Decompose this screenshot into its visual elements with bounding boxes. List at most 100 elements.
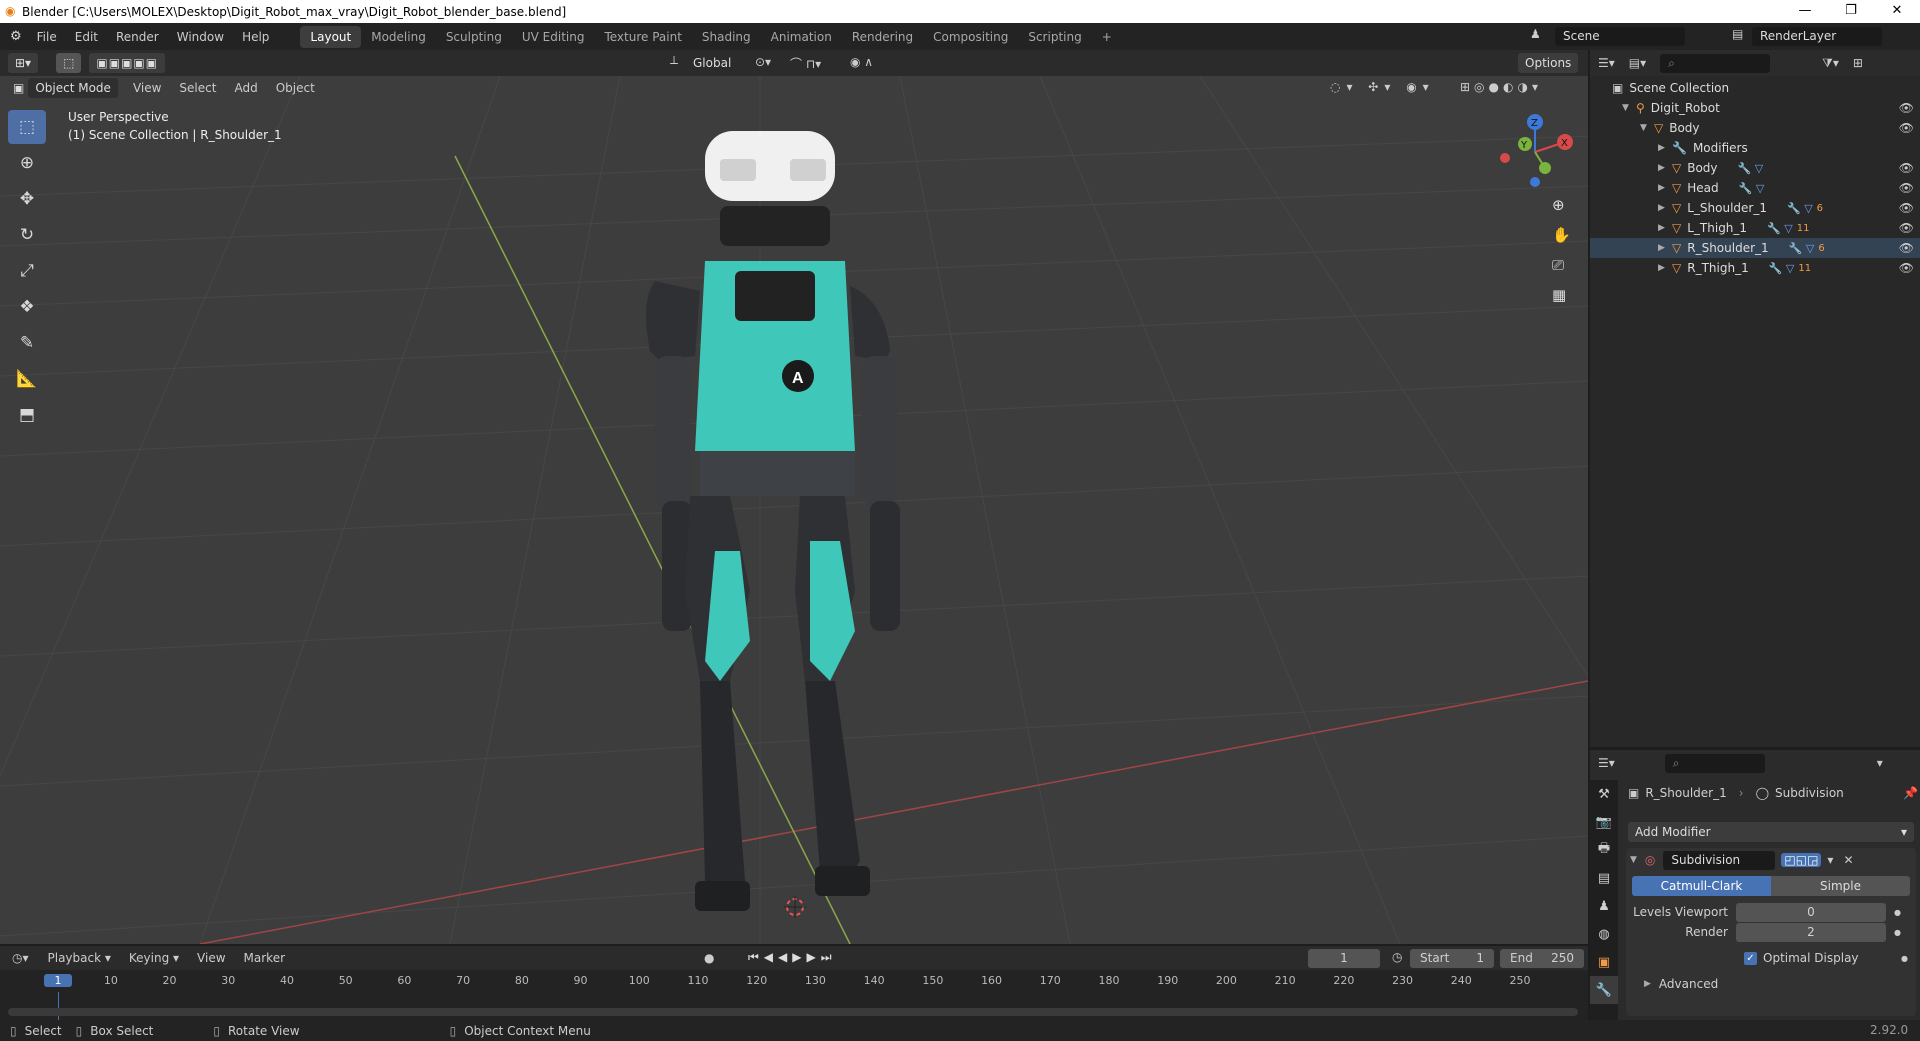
select-box-tool-icon[interactable]: ⬚ bbox=[8, 110, 46, 144]
render-tab-icon[interactable]: 📷 bbox=[1590, 808, 1618, 836]
outliner-editor-icon[interactable]: ☰▾ bbox=[1598, 56, 1615, 70]
pivot-icon[interactable]: ⊙▾ bbox=[755, 55, 771, 69]
3d-viewport[interactable]: A User Perspective (1) Scene Collection … bbox=[0, 76, 1588, 944]
scene-selector[interactable]: Scene bbox=[1555, 27, 1685, 46]
current-frame-field[interactable]: 1 bbox=[1308, 949, 1380, 968]
end-frame-field[interactable]: End 250 bbox=[1500, 949, 1584, 968]
visibility-eye-icon[interactable]: 👁 bbox=[1899, 121, 1914, 135]
selection-modes-icon[interactable]: ▣▣▣▣▣ bbox=[89, 53, 166, 73]
maximize-button[interactable]: ❐ bbox=[1828, 0, 1874, 23]
modifier-and-mesh-icons[interactable]: 🔧 ▽ bbox=[1769, 262, 1795, 275]
move-tool-icon[interactable]: ✥ bbox=[8, 182, 46, 216]
workspace-tab-layout[interactable]: Layout bbox=[300, 25, 362, 48]
visibility-eye-icon[interactable]: 👁 bbox=[1899, 201, 1914, 215]
collapsed-icon[interactable]: ▶ bbox=[1658, 183, 1672, 193]
modifier-and-mesh-icons[interactable]: 🔧 ▽ bbox=[1789, 242, 1815, 255]
robot-model[interactable]: A bbox=[600, 121, 960, 941]
start-frame-field[interactable]: Start 1 bbox=[1410, 949, 1494, 968]
camera-view-icon[interactable]: ⎚ bbox=[1552, 256, 1576, 286]
pin-icon[interactable]: 📌 bbox=[1903, 786, 1918, 800]
levels-viewport-field[interactable]: 0 bbox=[1736, 902, 1886, 922]
outliner-row-scene-collection[interactable]: ▣ Scene Collection bbox=[1590, 78, 1920, 98]
properties-editor-icon[interactable]: ☰▾ bbox=[1598, 756, 1615, 770]
zoom-icon[interactable]: ⊕ bbox=[1552, 196, 1576, 226]
3d-cursor-icon[interactable] bbox=[784, 896, 806, 918]
scene-tab-icon[interactable]: ♟ bbox=[1590, 892, 1618, 920]
menu-window[interactable]: Window bbox=[168, 30, 233, 44]
add-modifier-dropdown[interactable]: Add Modifier ▾ bbox=[1628, 822, 1914, 842]
modifier-name-field[interactable]: Subdivision bbox=[1663, 850, 1776, 870]
visibility-eye-icon[interactable]: 👁 bbox=[1899, 181, 1914, 195]
timeline-scrollbar[interactable] bbox=[8, 1008, 1578, 1016]
visibility-eye-icon[interactable]: 👁 bbox=[1899, 261, 1914, 275]
annotate-tool-icon[interactable]: ✎ bbox=[8, 326, 46, 360]
modifier-and-mesh-icons[interactable]: 🔧 ▽ bbox=[1767, 222, 1793, 235]
add-cube-tool-icon[interactable]: ⬒ bbox=[8, 398, 46, 432]
cursor-tool-icon[interactable]: ⊕ bbox=[8, 146, 46, 180]
object-mode-dropdown[interactable]: Object Mode bbox=[28, 78, 118, 98]
timeline-view-menu[interactable]: View bbox=[188, 951, 234, 965]
modifier-and-mesh-icons[interactable]: 🔧 ▽ bbox=[1739, 182, 1765, 195]
filter-icon[interactable]: ⧩▾ bbox=[1822, 56, 1839, 71]
collapsed-icon[interactable]: ▶ bbox=[1658, 203, 1672, 213]
expanded-icon[interactable]: ▼ bbox=[1640, 123, 1654, 133]
collapsed-icon[interactable]: ▶ bbox=[1658, 223, 1672, 233]
viewport-menu-object[interactable]: Object bbox=[267, 81, 324, 95]
simple-button[interactable]: Simple bbox=[1771, 876, 1910, 896]
workspace-tab-animation[interactable]: Animation bbox=[761, 26, 842, 48]
outliner-row[interactable]: ▶ ▽ Head 🔧 ▽ 👁 bbox=[1590, 178, 1920, 198]
output-tab-icon[interactable]: 🖶 bbox=[1590, 836, 1618, 864]
visibility-eye-icon[interactable]: 👁 bbox=[1899, 101, 1914, 115]
viewport-menu-add[interactable]: Add bbox=[225, 81, 266, 95]
marker-menu[interactable]: Marker bbox=[235, 951, 294, 965]
world-tab-icon[interactable]: ◍ bbox=[1590, 920, 1618, 948]
viewport-menu-view[interactable]: View bbox=[124, 81, 170, 95]
renderlayer-selector[interactable]: RenderLayer bbox=[1752, 27, 1882, 46]
outliner-row[interactable]: ▼ ▽ Body 👁 bbox=[1590, 118, 1920, 138]
preview-range-icon[interactable]: ◷ bbox=[1392, 950, 1402, 964]
outliner-search-input[interactable]: ⌕ bbox=[1660, 53, 1771, 73]
visibility-eye-icon[interactable]: 👁 bbox=[1899, 221, 1914, 235]
menu-file[interactable]: File bbox=[28, 30, 66, 44]
object-tab-icon[interactable]: ▣ bbox=[1590, 948, 1618, 976]
workspace-tab-scripting[interactable]: Scripting bbox=[1018, 26, 1091, 48]
snap-icon[interactable]: ⌒ ⊓▾ bbox=[790, 55, 821, 72]
workspace-tab-modeling[interactable]: Modeling bbox=[361, 26, 436, 48]
outliner-row[interactable]: ▶ ▽ R_Shoulder_1 🔧 ▽ 6 👁 bbox=[1590, 238, 1920, 258]
collapse-icon[interactable]: ▼ bbox=[1630, 855, 1637, 865]
close-window-button[interactable]: ✕ bbox=[1874, 0, 1920, 23]
properties-options-icon[interactable]: ▾ bbox=[1877, 756, 1883, 770]
ortho-grid-icon[interactable]: ▦ bbox=[1552, 286, 1576, 316]
outliner-row[interactable]: ▼ ⚲ Digit_Robot 👁 bbox=[1590, 98, 1920, 118]
show-edit-mode-icon[interactable]: ◰◱◲ bbox=[1781, 853, 1822, 867]
navigation-gizmo[interactable]: Z X Y bbox=[1495, 112, 1575, 192]
collapsed-icon[interactable]: ▶ bbox=[1658, 243, 1672, 253]
modifier-and-mesh-icons[interactable]: 🔧 ▽ bbox=[1787, 202, 1813, 215]
transform-tool-icon[interactable]: ❖ bbox=[8, 290, 46, 324]
measure-tool-icon[interactable]: 📐 bbox=[8, 362, 46, 396]
playback-controls-icon[interactable]: ⏮◀◀▶▶⏭ bbox=[748, 950, 837, 965]
modifier-and-mesh-icons[interactable]: 🔧 ▽ bbox=[1738, 162, 1764, 175]
options-dropdown[interactable]: Options bbox=[1518, 53, 1579, 73]
viewport-menu-select[interactable]: Select bbox=[170, 81, 225, 95]
modifiers-tab-icon[interactable]: 🔧 bbox=[1590, 976, 1618, 1004]
timeline-editor-icon[interactable]: ◷▾ bbox=[12, 951, 29, 965]
catmull-clark-button[interactable]: Catmull-Clark bbox=[1632, 876, 1771, 896]
blender-menu-icon[interactable]: ⚙ bbox=[10, 29, 22, 44]
workspace-tab-shading[interactable]: Shading bbox=[692, 26, 761, 48]
transform-orientation-dropdown[interactable]: Global bbox=[686, 53, 739, 73]
outliner-row[interactable]: ▶ ▽ L_Thigh_1 🔧 ▽ 11 👁 bbox=[1590, 218, 1920, 238]
timeline-ruler[interactable]: 1 10 20 30 40 50 60 70 80 90 100 110 120 130 140 150 160… bbox=[0, 974, 1588, 992]
outliner-row[interactable]: ▶ ▽ R_Thigh_1 🔧 ▽ 11 👁 bbox=[1590, 258, 1920, 278]
workspace-tab-compositing[interactable]: Compositing bbox=[923, 26, 1018, 48]
shading-modes-icon[interactable]: ⊞◎●◐◑▾ bbox=[1460, 80, 1542, 94]
display-mode-icon[interactable]: ▤▾ bbox=[1629, 56, 1646, 70]
workspace-tab-uv-editing[interactable]: UV Editing bbox=[512, 26, 595, 48]
proportional-edit-icon[interactable]: ◉ ∧ bbox=[850, 55, 873, 69]
properties-search-input[interactable]: ⌕ bbox=[1664, 753, 1765, 773]
viewport-overlay-toggles-icon[interactable]: ◌▾ ✣▾ ◉▾ bbox=[1330, 80, 1435, 94]
new-collection-icon[interactable]: ⊞ bbox=[1853, 56, 1863, 70]
scale-tool-icon[interactable]: ⤢ bbox=[8, 254, 46, 288]
menu-edit[interactable]: Edit bbox=[66, 30, 107, 44]
collapsed-icon[interactable]: ▶ bbox=[1658, 163, 1672, 173]
